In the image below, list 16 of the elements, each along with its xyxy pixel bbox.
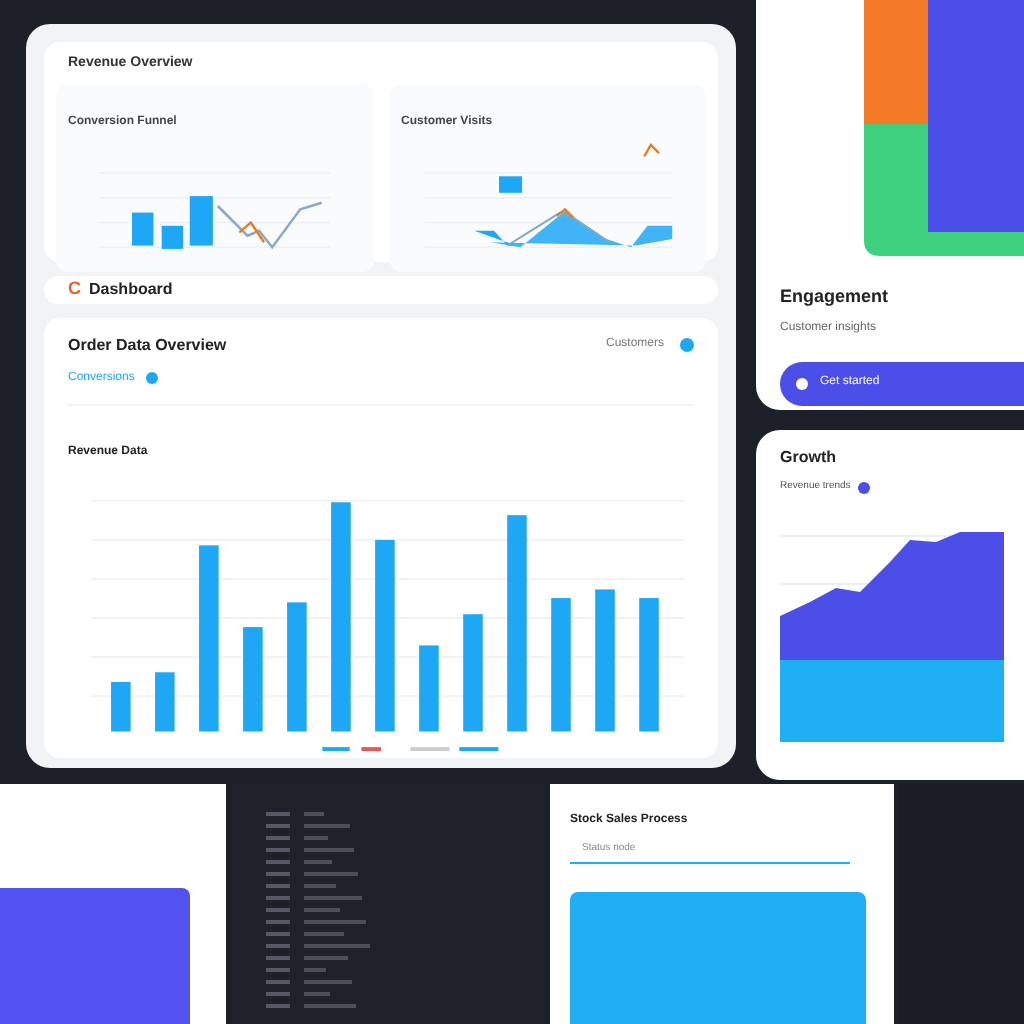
chart-title: Order Data Overview bbox=[68, 333, 227, 357]
chart-bar bbox=[155, 671, 175, 731]
page-title: Dashboard bbox=[89, 277, 173, 302]
chart-bar bbox=[463, 613, 483, 731]
card-title: Growth bbox=[780, 446, 838, 470]
chart-bar bbox=[419, 644, 439, 731]
card-title: Engagement bbox=[780, 284, 891, 310]
chart-bar bbox=[595, 588, 615, 731]
chart-bar bbox=[551, 597, 571, 731]
filter-checkbox[interactable] bbox=[146, 372, 159, 384]
chart-bar bbox=[243, 626, 263, 731]
chart-bar bbox=[111, 680, 131, 731]
toggle-checkbox[interactable] bbox=[858, 481, 871, 494]
chart-bar bbox=[287, 601, 307, 731]
chart-bar bbox=[639, 597, 659, 731]
logo: C bbox=[68, 276, 81, 302]
